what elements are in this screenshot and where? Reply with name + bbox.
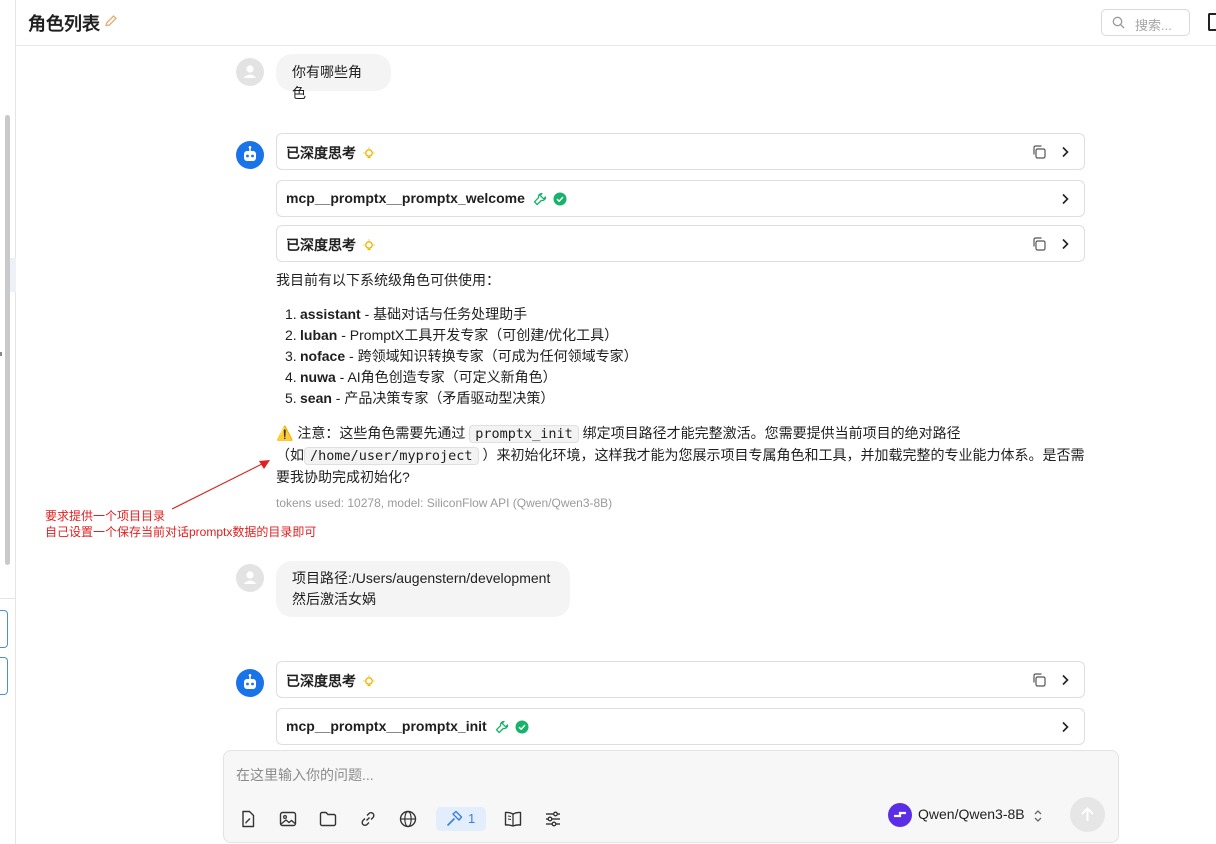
annotation-text: 要求提供一个项目目录 自己设置一个保存当前对话promptx数据的目录即可: [45, 509, 317, 539]
chat-input-placeholder[interactable]: 在这里输入你的问题...: [236, 765, 374, 785]
inline-code: promptx_init: [469, 425, 579, 443]
mcp-tools-count: 1: [468, 811, 476, 826]
token-usage: tokens used: 10278, model: SiliconFlow A…: [276, 496, 613, 510]
siliconflow-logo-icon: [888, 803, 912, 827]
chat-input-area[interactable]: 在这里输入你的问题... 1 Qwen/Qwen3-8B: [223, 750, 1119, 843]
thinking-label: 已深度思考: [286, 145, 356, 161]
search-icon: [1112, 16, 1125, 29]
assistant-answer: 我目前有以下系统级角色可供使用： 1. assistant - 基础对话与任务处理…: [276, 270, 1086, 488]
copy-icon[interactable]: [1031, 236, 1047, 252]
bot-avatar: [236, 669, 264, 697]
person-icon: [243, 65, 257, 78]
attach-file-icon[interactable]: [238, 809, 258, 829]
bot-avatar: [236, 141, 264, 169]
sidebar-edge: [0, 0, 16, 844]
page-title: 角色列表: [28, 14, 100, 34]
tool-call-card[interactable]: mcp__promptx__promptx_init: [276, 708, 1085, 745]
globe-icon[interactable]: [398, 809, 418, 829]
search-placeholder: 搜索...: [1135, 18, 1172, 33]
settings-sliders-icon[interactable]: [543, 809, 563, 829]
chevron-right-icon[interactable]: [1058, 720, 1072, 734]
knowledge-base-icon[interactable]: [503, 809, 523, 829]
robot-icon: [244, 146, 256, 161]
folder-icon[interactable]: [318, 809, 338, 829]
list-item: 4. nuwa - AI角色创造专家（可定义新角色）: [285, 369, 557, 385]
warning-note: ⚠️ 注意：这些角色需要先通过 promptx_init 绑定项目路径才能完整激…: [276, 425, 1085, 485]
list-item: 2. luban - PromptX工具开发专家（可创建/优化工具）: [285, 327, 619, 343]
arrow-up-icon: [1081, 807, 1094, 821]
chevron-up-down-icon: [1034, 810, 1042, 822]
chevron-right-icon[interactable]: [1058, 145, 1072, 159]
sidebar-button-2[interactable]: [0, 657, 8, 695]
lightbulb-icon: [363, 675, 375, 687]
tool-call-label: mcp__promptx__promptx_welcome: [286, 190, 525, 206]
tool-call-label: mcp__promptx__promptx_init: [286, 718, 487, 734]
sidebar-scrollbar[interactable]: [5, 115, 10, 565]
user-avatar: [236, 58, 264, 86]
person-icon: [243, 571, 257, 584]
wrench-icon: [533, 193, 547, 206]
chevron-right-icon[interactable]: [1058, 192, 1072, 206]
image-icon[interactable]: [278, 809, 298, 829]
answer-intro: 我目前有以下系统级角色可供使用：: [276, 272, 500, 288]
search-input[interactable]: 搜索...: [1101, 9, 1190, 36]
sidebar-marker: [0, 352, 2, 356]
user-avatar: [236, 564, 264, 592]
mcp-tools-button[interactable]: 1: [436, 807, 486, 831]
chevron-right-icon[interactable]: [1058, 673, 1072, 687]
hammer-icon: [446, 810, 463, 827]
tool-call-card[interactable]: mcp__promptx__promptx_welcome: [276, 180, 1085, 217]
sidebar-button-1[interactable]: [0, 610, 8, 648]
lightbulb-icon: [363, 239, 375, 251]
lightbulb-icon: [363, 147, 375, 159]
thinking-label: 已深度思考: [286, 237, 356, 253]
panel-toggle-icon[interactable]: [1208, 13, 1216, 31]
list-item: 1. assistant - 基础对话与任务处理助手: [285, 306, 528, 322]
list-item: 5. sean - 产品决策专家（矛盾驱动型决策）: [285, 390, 555, 406]
sidebar-divider: [0, 598, 16, 599]
chevron-right-icon[interactable]: [1058, 237, 1072, 251]
role-list: 1. assistant - 基础对话与任务处理助手 2. luban - Prom…: [276, 304, 1086, 409]
user-message-text: 你有哪些角色: [292, 64, 362, 101]
copy-icon[interactable]: [1031, 672, 1047, 688]
header: 角色列表 搜索...: [16, 0, 1216, 46]
copy-icon[interactable]: [1031, 144, 1047, 160]
user-message: 你有哪些角色: [276, 54, 391, 101]
link-icon[interactable]: [358, 809, 378, 829]
thinking-card[interactable]: 已深度思考: [276, 661, 1085, 698]
list-item: 3. noface - 跨领域知识转换专家（可成为任何领域专家）: [285, 348, 638, 364]
sidebar-highlight: [10, 258, 16, 292]
robot-icon: [244, 674, 256, 689]
model-name: Qwen/Qwen3-8B: [918, 806, 1025, 822]
inline-code: /home/user/myproject: [304, 447, 479, 465]
user-message: 项目路径:/Users/augenstern/development 然后激活女…: [276, 561, 570, 617]
check-circle-icon: [553, 192, 567, 206]
user-message-line: 项目路径:/Users/augenstern/development: [292, 570, 551, 586]
wrench-icon: [495, 721, 508, 734]
send-button[interactable]: [1070, 797, 1105, 832]
pencil-icon[interactable]: [103, 13, 119, 29]
check-circle-icon: [515, 720, 529, 734]
user-message-line: 然后激活女娲: [292, 591, 376, 607]
thinking-label: 已深度思考: [286, 673, 356, 689]
thinking-card[interactable]: 已深度思考: [276, 225, 1085, 262]
thinking-card[interactable]: 已深度思考: [276, 133, 1085, 170]
